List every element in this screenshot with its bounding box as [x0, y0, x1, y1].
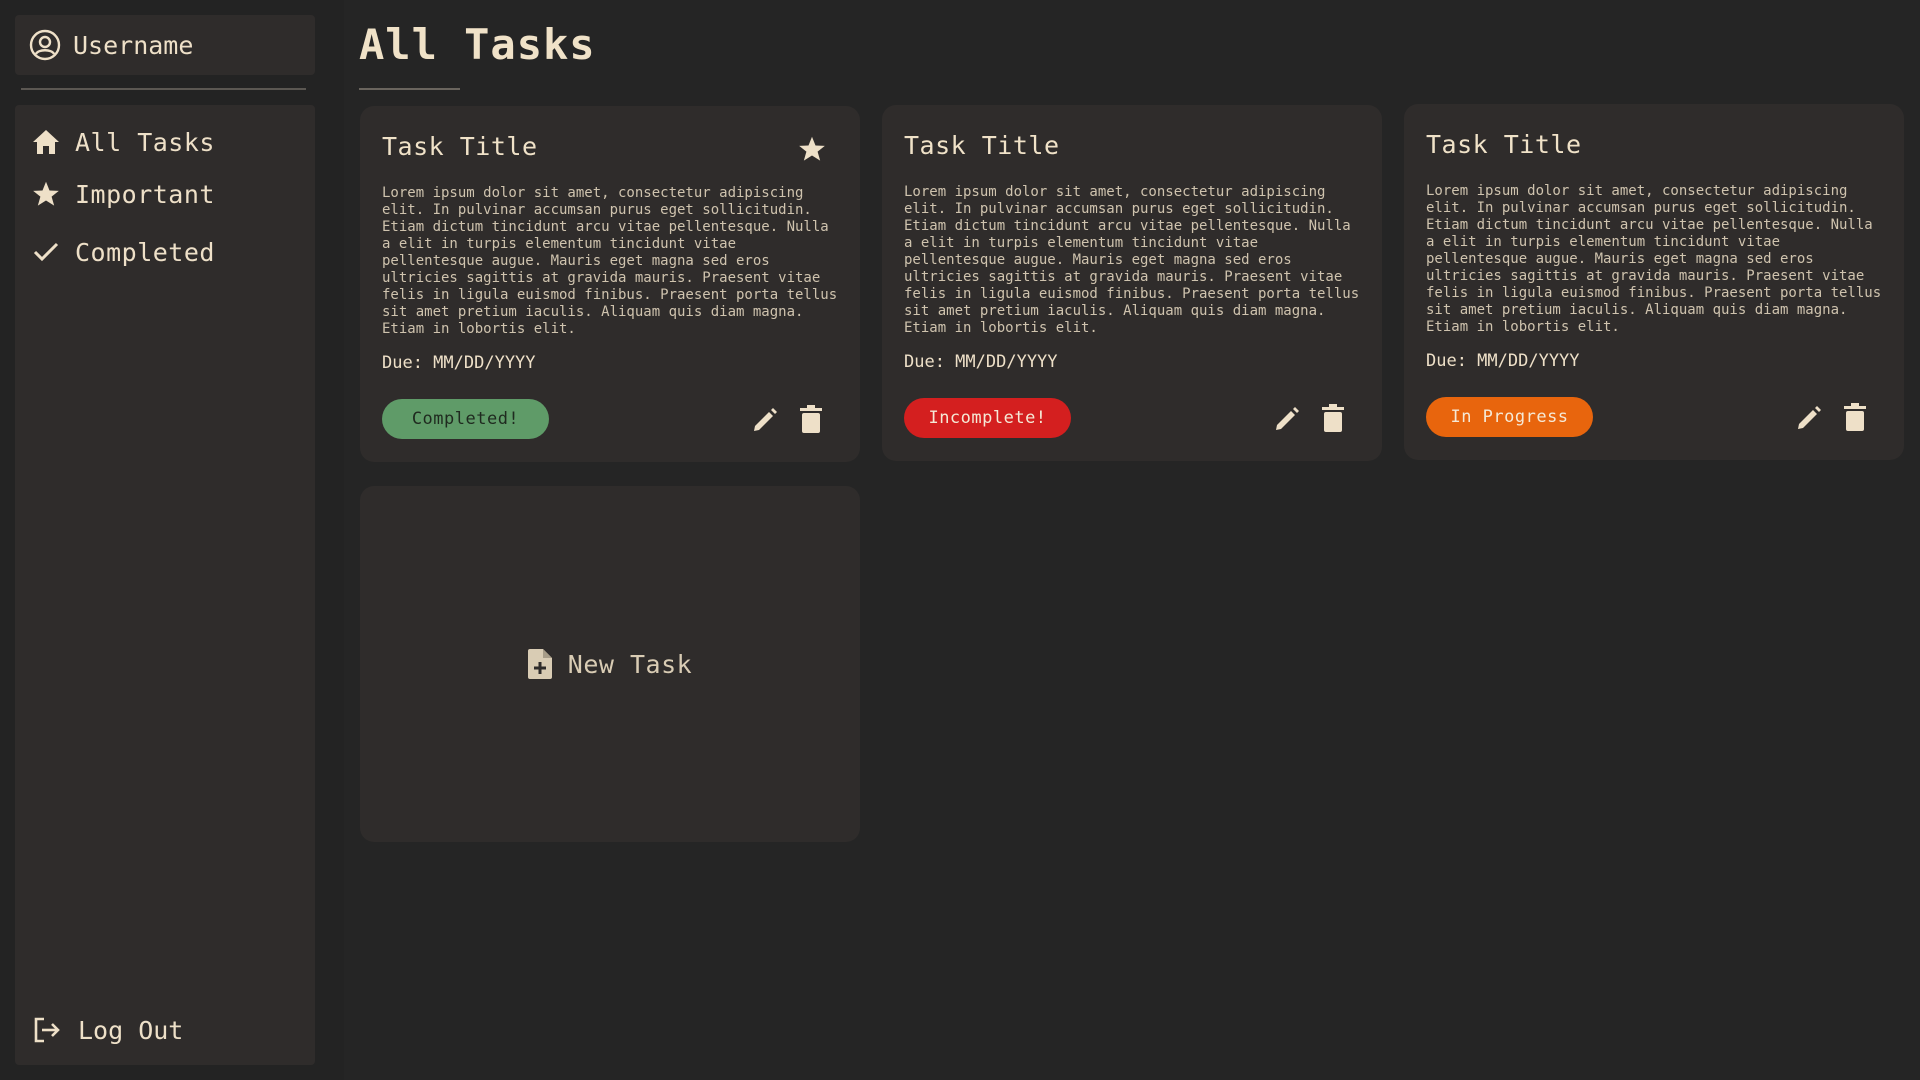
task-title: Task Title	[904, 131, 1060, 160]
task-title: Task Title	[1426, 130, 1582, 159]
task-description: Lorem ipsum dolor sit amet, consectetur …	[1426, 183, 1882, 335]
star-icon[interactable]	[798, 135, 826, 163]
sidebar-item-all-tasks[interactable]: All Tasks	[31, 127, 215, 157]
status-badge-completed[interactable]: Completed!	[382, 399, 549, 439]
sidebar-item-completed[interactable]: Completed	[31, 237, 215, 267]
trash-icon[interactable]	[1322, 404, 1344, 432]
sidebar-item-label: Completed	[75, 237, 215, 267]
logout-label: Log Out	[78, 1015, 184, 1045]
status-badge-in-progress[interactable]: In Progress	[1426, 397, 1593, 437]
pencil-icon[interactable]	[1795, 404, 1823, 432]
new-task-label: New Task	[567, 649, 693, 679]
sidebar-item-important[interactable]: Important	[31, 179, 215, 209]
sidebar-item-label: Important	[75, 179, 215, 209]
pencil-icon[interactable]	[751, 406, 779, 434]
app-window: Username All Tasks Important Completed L…	[0, 0, 1920, 1080]
user-circle-icon	[29, 29, 61, 61]
title-underline	[359, 88, 460, 90]
new-task-button[interactable]: New Task	[360, 486, 860, 842]
trash-icon[interactable]	[1844, 403, 1866, 431]
nav-panel: All Tasks Important Completed Log Out	[15, 105, 315, 1065]
star-icon	[31, 179, 61, 209]
task-card: Task Title Lorem ipsum dolor sit amet, c…	[1404, 104, 1904, 460]
task-description: Lorem ipsum dolor sit amet, consectetur …	[904, 184, 1360, 336]
user-profile[interactable]: Username	[15, 15, 315, 75]
username-label: Username	[73, 30, 194, 60]
logout-icon	[34, 1017, 60, 1043]
page-title: All Tasks	[359, 20, 596, 69]
logout-button[interactable]: Log Out	[32, 1015, 183, 1045]
task-card: Task Title Lorem ipsum dolor sit amet, c…	[360, 106, 860, 462]
task-due-date: Due: MM/DD/YYYY	[904, 352, 1058, 372]
task-description: Lorem ipsum dolor sit amet, consectetur …	[382, 185, 838, 337]
sidebar-item-label: All Tasks	[75, 127, 215, 157]
check-icon	[31, 237, 61, 267]
status-badge-incomplete[interactable]: Incomplete!	[904, 398, 1071, 438]
task-due-date: Due: MM/DD/YYYY	[382, 353, 536, 373]
task-due-date: Due: MM/DD/YYYY	[1426, 351, 1580, 371]
file-plus-icon	[527, 649, 552, 679]
task-card: Task Title Lorem ipsum dolor sit amet, c…	[882, 105, 1382, 461]
sidebar-divider	[21, 88, 306, 90]
pencil-icon[interactable]	[1273, 405, 1301, 433]
task-title: Task Title	[382, 132, 538, 161]
home-icon	[31, 127, 61, 157]
trash-icon[interactable]	[800, 405, 822, 433]
